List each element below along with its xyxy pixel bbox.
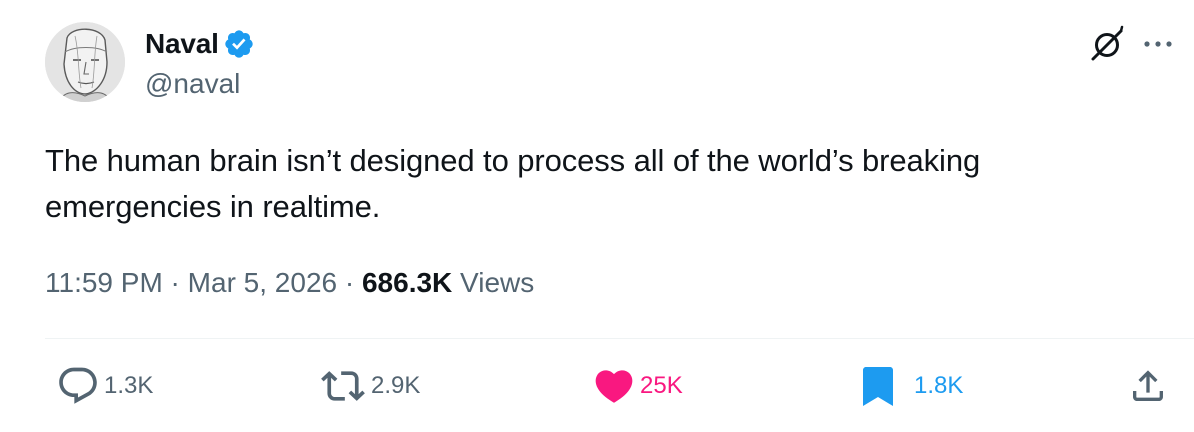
share-button[interactable] [1128, 364, 1168, 408]
views-label: Views [452, 267, 535, 298]
divider [45, 338, 1194, 339]
bookmark-count: 1.8K [914, 372, 964, 399]
views-count[interactable]: 686.3K [362, 267, 452, 298]
author-name-row: Naval [145, 26, 255, 62]
meta-separator: · [337, 267, 362, 298]
bookmark-button[interactable]: 1.8K [860, 364, 963, 408]
tweet-meta: 11:59 PM · Mar 5, 2026 · 686.3K Views [45, 264, 534, 302]
author-display-name[interactable]: Naval [145, 26, 219, 62]
tweet-text: The human brain isn’t designed to proces… [45, 143, 981, 224]
verified-badge-icon[interactable] [223, 28, 255, 60]
meta-separator: · [162, 267, 188, 298]
like-button[interactable]: 25K [592, 364, 683, 408]
author-handle[interactable]: @naval [145, 66, 240, 102]
heart-icon [595, 370, 633, 403]
tweet-date[interactable]: Mar 5, 2026 [188, 267, 337, 298]
reply-icon [59, 367, 97, 404]
avatar-image [45, 22, 125, 102]
reply-count: 1.3K [104, 372, 154, 399]
grok-icon[interactable] [1087, 24, 1127, 64]
retweet-icon [321, 371, 365, 401]
share-icon [1133, 370, 1163, 401]
like-count: 25K [640, 372, 683, 399]
reply-button[interactable]: 1.3K [56, 364, 153, 408]
avatar[interactable] [45, 22, 125, 102]
retweet-button[interactable]: 2.9K [319, 364, 420, 408]
more-options-icon[interactable] [1140, 32, 1176, 56]
tweet-time[interactable]: 11:59 PM [45, 267, 163, 298]
bookmark-icon [863, 367, 893, 406]
retweet-count: 2.9K [371, 372, 421, 399]
